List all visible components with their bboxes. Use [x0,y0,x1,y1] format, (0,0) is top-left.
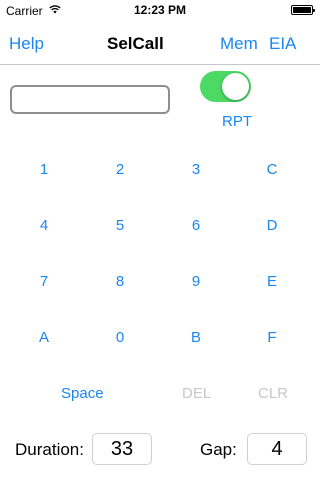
gap-field[interactable]: 4 [247,433,307,465]
key-a[interactable]: A [24,329,64,346]
key-4[interactable]: 4 [24,217,64,234]
page-title: SelCall [107,34,164,53]
repeat-toggle[interactable] [200,71,251,102]
key-8[interactable]: 8 [100,273,140,290]
delete-button[interactable]: DEL [182,385,211,402]
gap-label: Gap: [200,440,237,459]
mem-button[interactable]: Mem [220,34,258,54]
space-button[interactable]: Space [61,385,104,402]
status-bar: Carrier 12:23 PM [0,0,320,20]
repeat-label: RPT [222,113,252,130]
key-1[interactable]: 1 [24,161,64,178]
key-2[interactable]: 2 [100,161,140,178]
key-9[interactable]: 9 [176,273,216,290]
clock: 12:23 PM [133,3,187,17]
key-6[interactable]: 6 [176,217,216,234]
clear-button[interactable]: CLR [258,385,288,402]
duration-field[interactable]: 33 [92,433,152,465]
help-button[interactable]: Help [9,34,44,54]
nav-divider [0,64,320,65]
key-c[interactable]: C [252,161,292,178]
key-5[interactable]: 5 [100,217,140,234]
key-e[interactable]: E [252,273,292,290]
key-7[interactable]: 7 [24,273,64,290]
key-d[interactable]: D [252,217,292,234]
key-3[interactable]: 3 [176,161,216,178]
eia-button[interactable]: EIA [269,34,296,54]
key-f[interactable]: F [252,329,292,346]
selcall-code-input[interactable] [10,85,170,114]
key-b[interactable]: B [176,329,216,346]
duration-label: Duration: [15,440,84,459]
battery-icon [291,5,315,15]
key-0[interactable]: 0 [100,329,140,346]
toggle-knob [222,73,249,100]
